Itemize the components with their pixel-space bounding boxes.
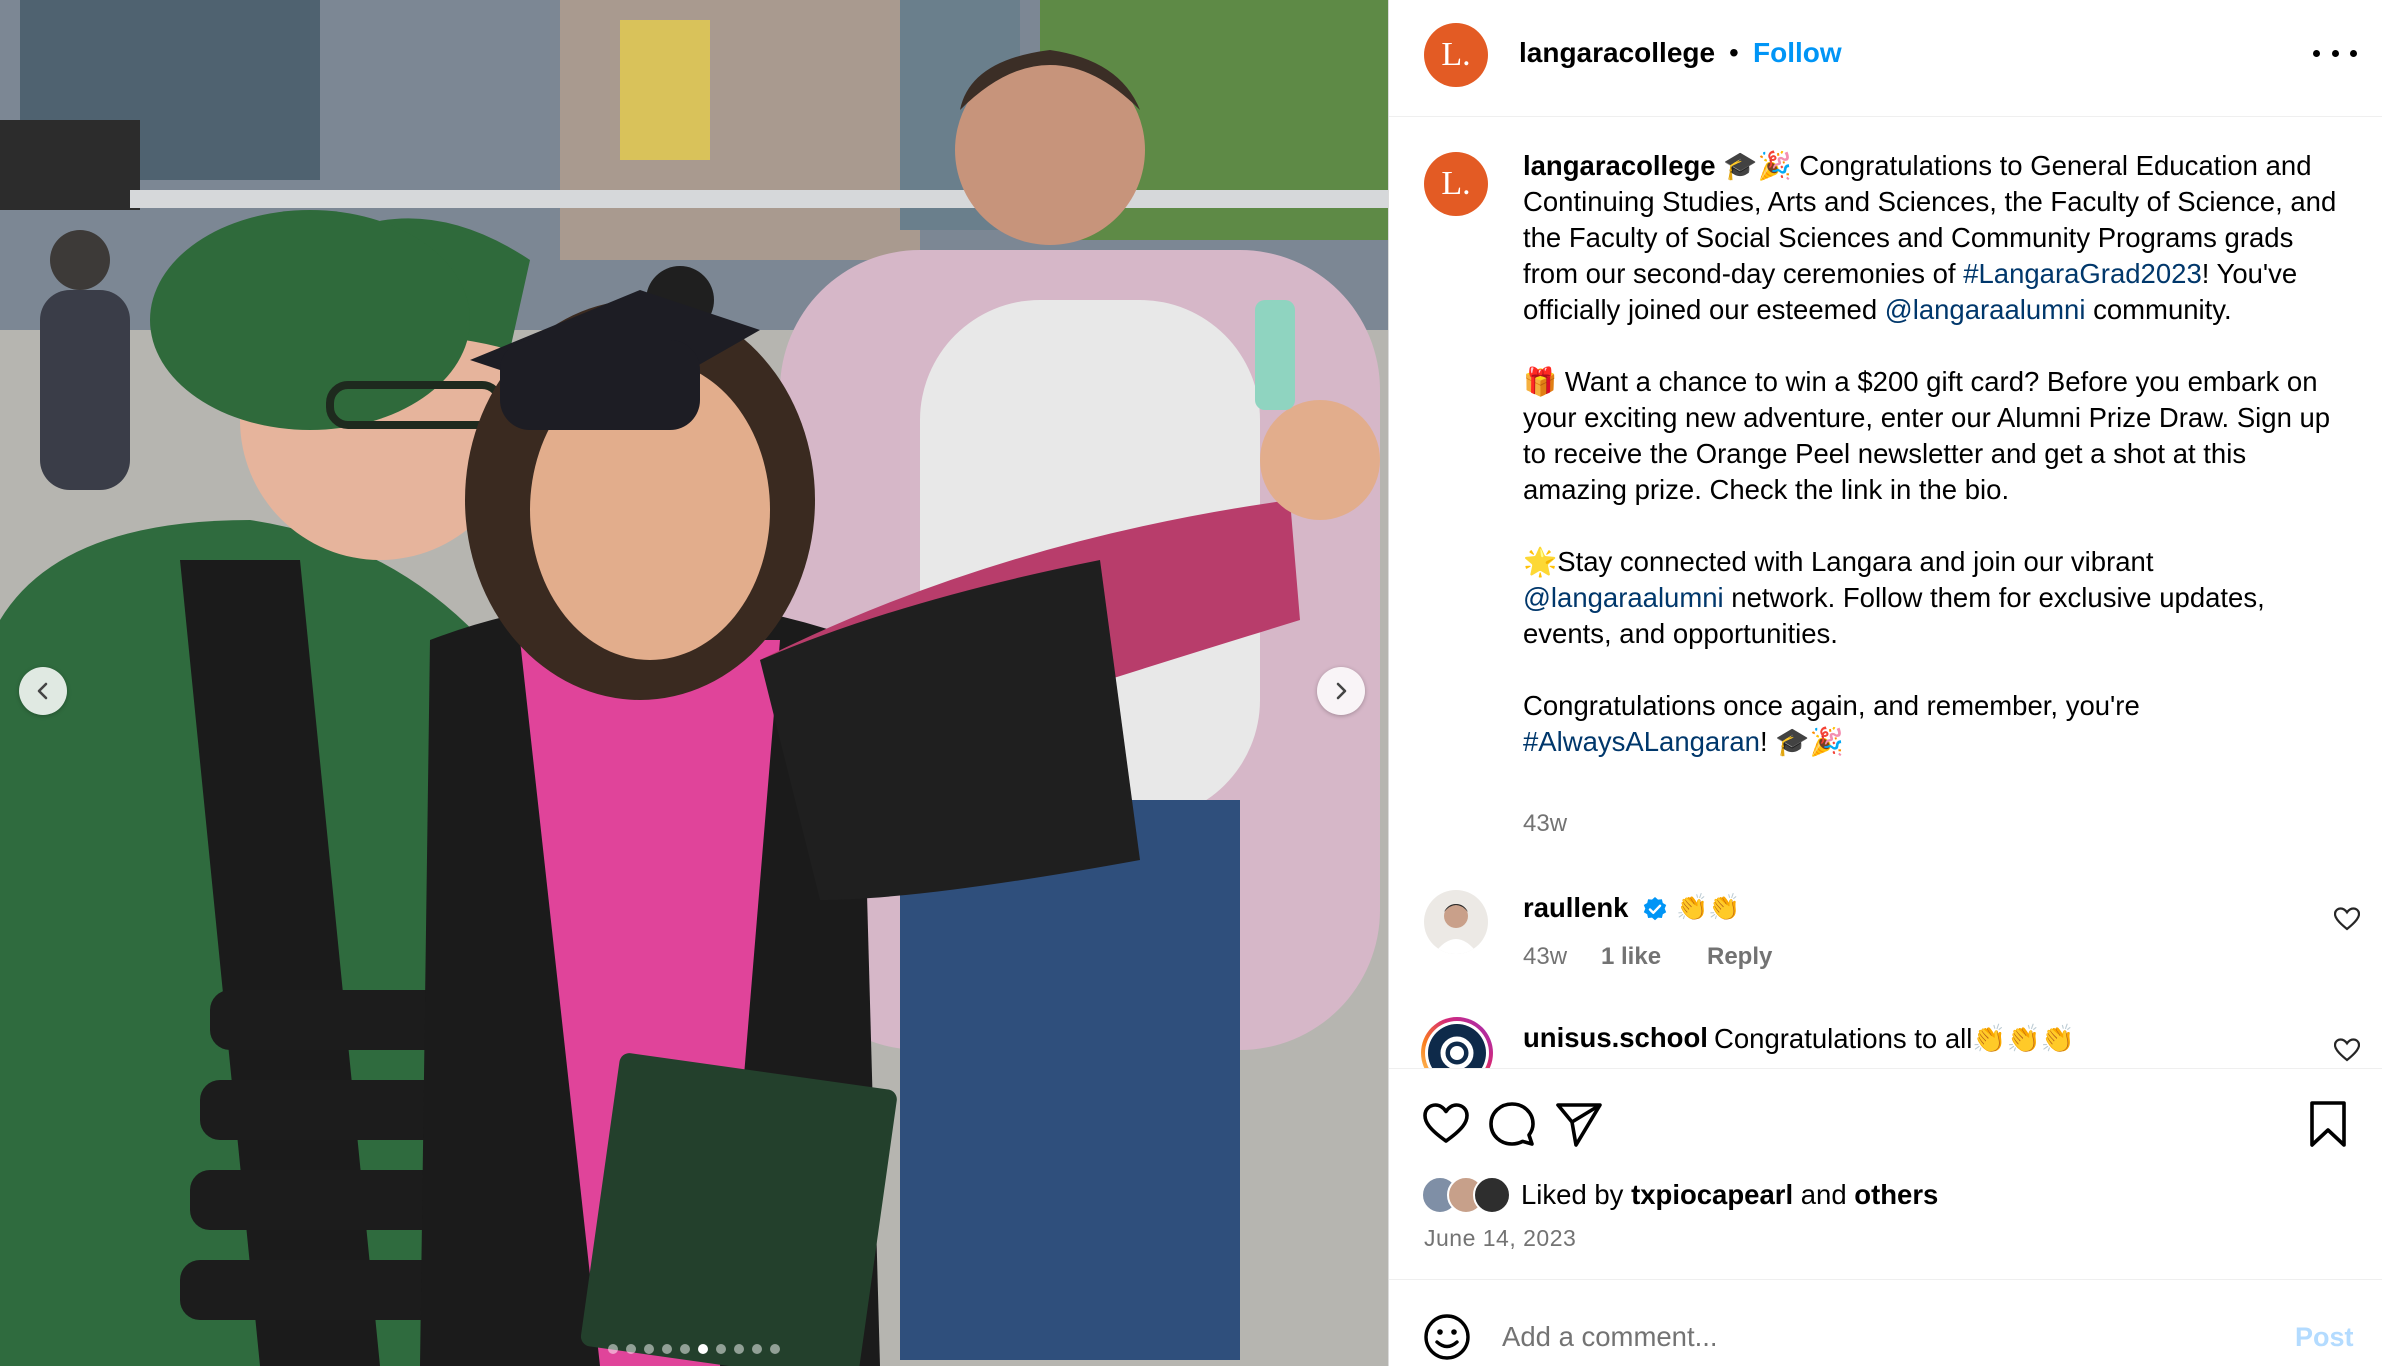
avatar-initial: L. bbox=[1441, 165, 1471, 202]
carousel-dot bbox=[626, 1344, 636, 1354]
author-username[interactable]: langaracollege bbox=[1519, 37, 1715, 69]
chevron-left-icon bbox=[37, 682, 48, 700]
comment-reply-button[interactable]: Reply bbox=[1707, 943, 1772, 971]
heart-icon[interactable] bbox=[1421, 1099, 1471, 1149]
carousel-dot bbox=[644, 1344, 654, 1354]
comment-composer: Post bbox=[1389, 1279, 2382, 1366]
post-header: L. langaracollege • Follow bbox=[1389, 0, 2382, 117]
comments-scroll-area[interactable]: L. langaracollege 🎓🎉 Congratulations to … bbox=[1389, 118, 2382, 1068]
bookmark-icon[interactable] bbox=[2303, 1099, 2353, 1149]
carousel-dot bbox=[770, 1344, 780, 1354]
more-icon bbox=[2313, 49, 2320, 57]
carousel-dot bbox=[698, 1344, 708, 1354]
heart-icon[interactable] bbox=[2334, 1038, 2360, 1062]
post-comment-button[interactable]: Post bbox=[2295, 1322, 2354, 1353]
comment-text: Congratulations to all👏👏👏 bbox=[1714, 1023, 2076, 1054]
commenter-avatar[interactable] bbox=[1424, 890, 1488, 954]
liked-by-others-link[interactable]: others bbox=[1854, 1179, 1938, 1210]
comment-username[interactable]: raullenk bbox=[1523, 892, 1628, 924]
comment-username[interactable]: unisus.school bbox=[1523, 1022, 1708, 1054]
liker-avatar bbox=[1473, 1176, 1511, 1214]
comment-input[interactable] bbox=[1502, 1314, 2262, 1360]
chevron-right-icon bbox=[1336, 682, 1347, 700]
post-side-panel: L. langaracollege • Follow L. langaracol… bbox=[1388, 0, 2382, 1366]
carousel-dot bbox=[662, 1344, 672, 1354]
commenter-avatar[interactable] bbox=[1419, 1015, 1495, 1068]
post-photo[interactable] bbox=[0, 0, 1388, 1366]
follow-button[interactable]: Follow bbox=[1753, 37, 1842, 69]
caption-author-avatar[interactable]: L. bbox=[1424, 152, 1488, 216]
carousel-dot bbox=[680, 1344, 690, 1354]
carousel-dot bbox=[716, 1344, 726, 1354]
carousel-dot bbox=[752, 1344, 762, 1354]
carousel-dot bbox=[608, 1344, 618, 1354]
header-separator: • bbox=[1729, 37, 1739, 68]
post-actions: Liked by txpiocapearl and others June 14… bbox=[1389, 1068, 2382, 1251]
mention-link[interactable]: @langaraalumni bbox=[1885, 294, 2086, 325]
verified-badge-icon bbox=[1643, 897, 1667, 921]
liked-by-text: Liked by txpiocapearl and others bbox=[1521, 1179, 1939, 1210]
caption-timestamp[interactable]: 43w bbox=[1523, 810, 1567, 838]
carousel-indicator bbox=[0, 1344, 1388, 1354]
more-options-button[interactable] bbox=[2313, 38, 2357, 68]
comment-icon[interactable] bbox=[1487, 1099, 1537, 1149]
post-date[interactable]: June 14, 2023 bbox=[1424, 1225, 1576, 1252]
share-icon[interactable] bbox=[1554, 1099, 1604, 1149]
mention-link[interactable]: @langaraalumni bbox=[1523, 582, 1724, 613]
comment-text: 👏👏 bbox=[1676, 892, 1741, 922]
post-caption: langaracollege 🎓🎉 Congratulations to Gen… bbox=[1523, 150, 2337, 757]
carousel-dot bbox=[734, 1344, 744, 1354]
avatar-initial: L. bbox=[1441, 36, 1471, 73]
graduation-photo-illustration bbox=[0, 0, 1388, 1366]
comment-like-count[interactable]: 1 like bbox=[1601, 943, 1661, 971]
hashtag-link[interactable]: #LangaraGrad2023 bbox=[1963, 258, 2202, 289]
carousel-prev-button[interactable] bbox=[19, 667, 67, 715]
carousel-next-button[interactable] bbox=[1317, 667, 1365, 715]
emoji-icon[interactable] bbox=[1422, 1312, 1472, 1362]
heart-icon[interactable] bbox=[2334, 907, 2360, 931]
comment-timestamp[interactable]: 43w bbox=[1523, 943, 1567, 971]
author-avatar[interactable]: L. bbox=[1424, 23, 1488, 87]
liked-by-username[interactable]: txpiocapearl bbox=[1631, 1179, 1793, 1210]
liked-by-row[interactable]: Liked by txpiocapearl and others bbox=[1421, 1175, 1938, 1215]
caption-username[interactable]: langaracollege bbox=[1523, 150, 1716, 181]
hashtag-link[interactable]: #AlwaysALangaran bbox=[1523, 726, 1760, 757]
